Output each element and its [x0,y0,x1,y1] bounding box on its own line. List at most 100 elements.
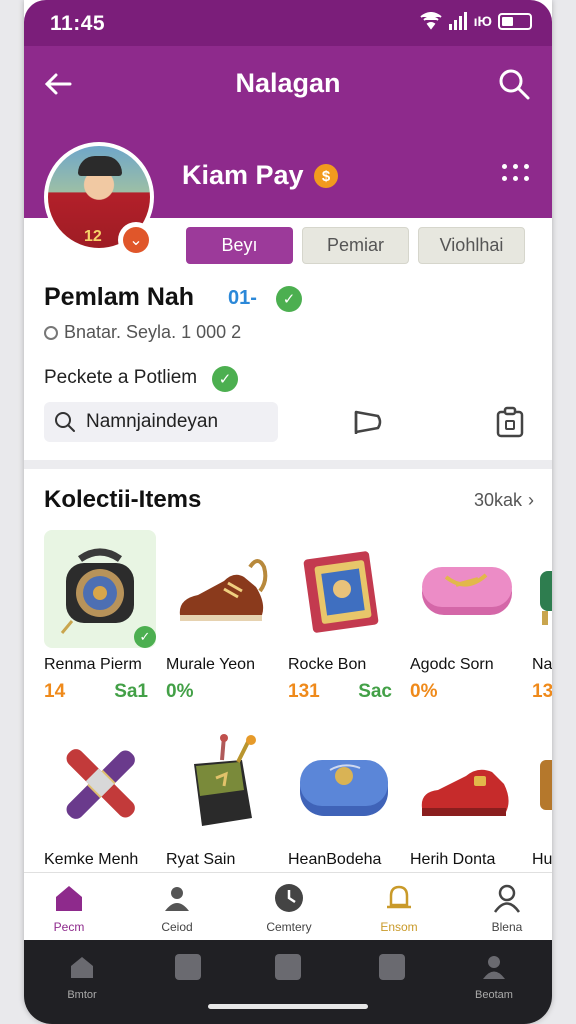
collection-item[interactable]: HeanBodeha [288,725,404,869]
item-name: Hu [532,851,552,868]
section-title: Kolectii-Items [44,486,202,513]
network-label: ıЮ [473,13,492,29]
system-nav-bar: Bmtor Beotam [24,940,552,1024]
user-status-line: Bnatar. Seyla. 1 000 2 [44,322,241,343]
view-all-link[interactable]: 30kak › [474,490,534,511]
bell-icon [387,885,411,909]
thumb-icon [275,954,301,980]
book-icon [303,551,379,633]
collection-item[interactable]: Rocke Bon 131 Sac [288,530,404,703]
item-stats: 14 Sa1 [44,681,148,703]
item-thumbnail [410,725,522,843]
cap-shape [78,156,122,176]
item-thumbnail [166,530,278,648]
item-thumbnail [44,725,156,843]
home-icon [71,957,93,978]
verified-check-icon: ✓ [276,286,302,312]
section-divider [24,460,552,469]
search-field[interactable] [44,402,278,442]
chevron-down-icon: ⌄ [123,227,149,253]
collection-item[interactable]: Agodc Sorn 0% [410,530,526,703]
person-icon [483,956,505,979]
search-input[interactable] [86,411,266,433]
partial-item-icon [540,571,552,625]
user-status-text: Bnatar. Seyla. 1 000 2 [64,322,242,342]
system-label: Bmtor [67,989,97,1001]
item-name: Renma Pierm [44,656,142,673]
nav-item-home[interactable]: Pecm [24,883,114,934]
system-square[interactable] [158,954,218,986]
nav-item-bell[interactable]: Ensom [354,883,444,934]
system-profile[interactable]: Beotam [464,954,524,1001]
promo-check-icon: ✓ [212,366,238,392]
battery-icon [498,12,532,30]
collection-item[interactable]: Murale Yeon 0% [166,530,282,703]
item-stat-left: 14 [44,681,66,702]
search-button[interactable] [496,66,532,102]
tab-2[interactable]: Viohlhai [418,227,525,264]
item-thumbnail [288,725,400,843]
collection-item[interactable]: Ryat Sain [166,725,282,869]
square-icon [175,954,201,980]
item-thumbnail [288,530,400,648]
item-name: Agodc Sorn [410,656,494,673]
more-options-button[interactable] [502,164,532,190]
nav-item-clock[interactable]: Cemtery [244,883,334,934]
profile-tabs: Beyı Pemiar Viohlhai [186,227,525,264]
coin-icon: $ [314,164,338,188]
item-stat-left: 13 [532,681,552,702]
nav-item-profile[interactable]: Blena [462,883,552,934]
dot [502,164,507,169]
nav-label: Pecm [53,920,85,934]
people-icon [165,887,189,911]
user-id: 01- [228,287,257,309]
shoe-icon [179,559,268,621]
item-thumbnail [166,725,278,843]
item-thumbnail [532,530,552,648]
blue-case-icon [300,760,388,816]
item-thumbnail [532,725,552,843]
nav-label: Blena [491,920,523,934]
item-stats: 131 Sac [288,681,392,703]
profile-name: Kiam Pay [182,160,304,190]
system-home[interactable]: Bmtor [52,954,112,1001]
selected-check-icon: ✓ [134,626,156,648]
nav-item-people[interactable]: Ceiod [132,883,222,934]
flag-button[interactable] [350,404,386,440]
collection-item[interactable]: Na 13 [532,530,552,703]
item-thumbnail: ✓ [44,530,156,648]
home-indicator[interactable] [208,1004,368,1009]
system-thumb[interactable] [258,954,318,986]
item-name: Rocke Bon [288,656,367,673]
nav-label: Ensom [380,920,418,934]
square-icon [379,954,405,980]
status-bar: 11:45 ıЮ [24,0,552,46]
pink-box-icon [422,567,512,615]
signal-icon [448,12,467,30]
person-icon [493,884,521,913]
item-name: Na [532,656,552,673]
collection-item[interactable]: Kemke Menh [44,725,160,869]
collection-item[interactable]: ✓ Renma Pierm 14 Sa1 [44,530,160,703]
item-stat-left: 131 [288,681,320,702]
tab-0[interactable]: Beyı [186,227,293,264]
item-name: Ryat Sain [166,851,236,868]
user-name: Pemlam Nah [44,283,195,311]
item-thumbnail [410,530,522,648]
avatar-jersey-number: 12 [84,228,102,245]
item-name: Herih Donta [410,851,496,868]
collection-item[interactable]: Hu [532,725,552,869]
clipboard-lock-button[interactable] [492,404,528,440]
avatar-edit-badge[interactable]: ⌄ [118,222,154,258]
system-square-2[interactable] [362,954,422,986]
item-stat-right: Sac [358,681,392,702]
dot [502,176,507,181]
collection-item[interactable]: Herih Donta [410,725,526,869]
nav-label: Cemtery [266,920,312,934]
item-stat-left: 0% [410,681,438,702]
app-title: Nalagan [235,68,341,98]
item-stat-right: Sa1 [114,681,148,702]
dot [524,176,529,181]
system-label: Beotam [475,989,513,1001]
tab-1[interactable]: Pemiar [302,227,409,264]
